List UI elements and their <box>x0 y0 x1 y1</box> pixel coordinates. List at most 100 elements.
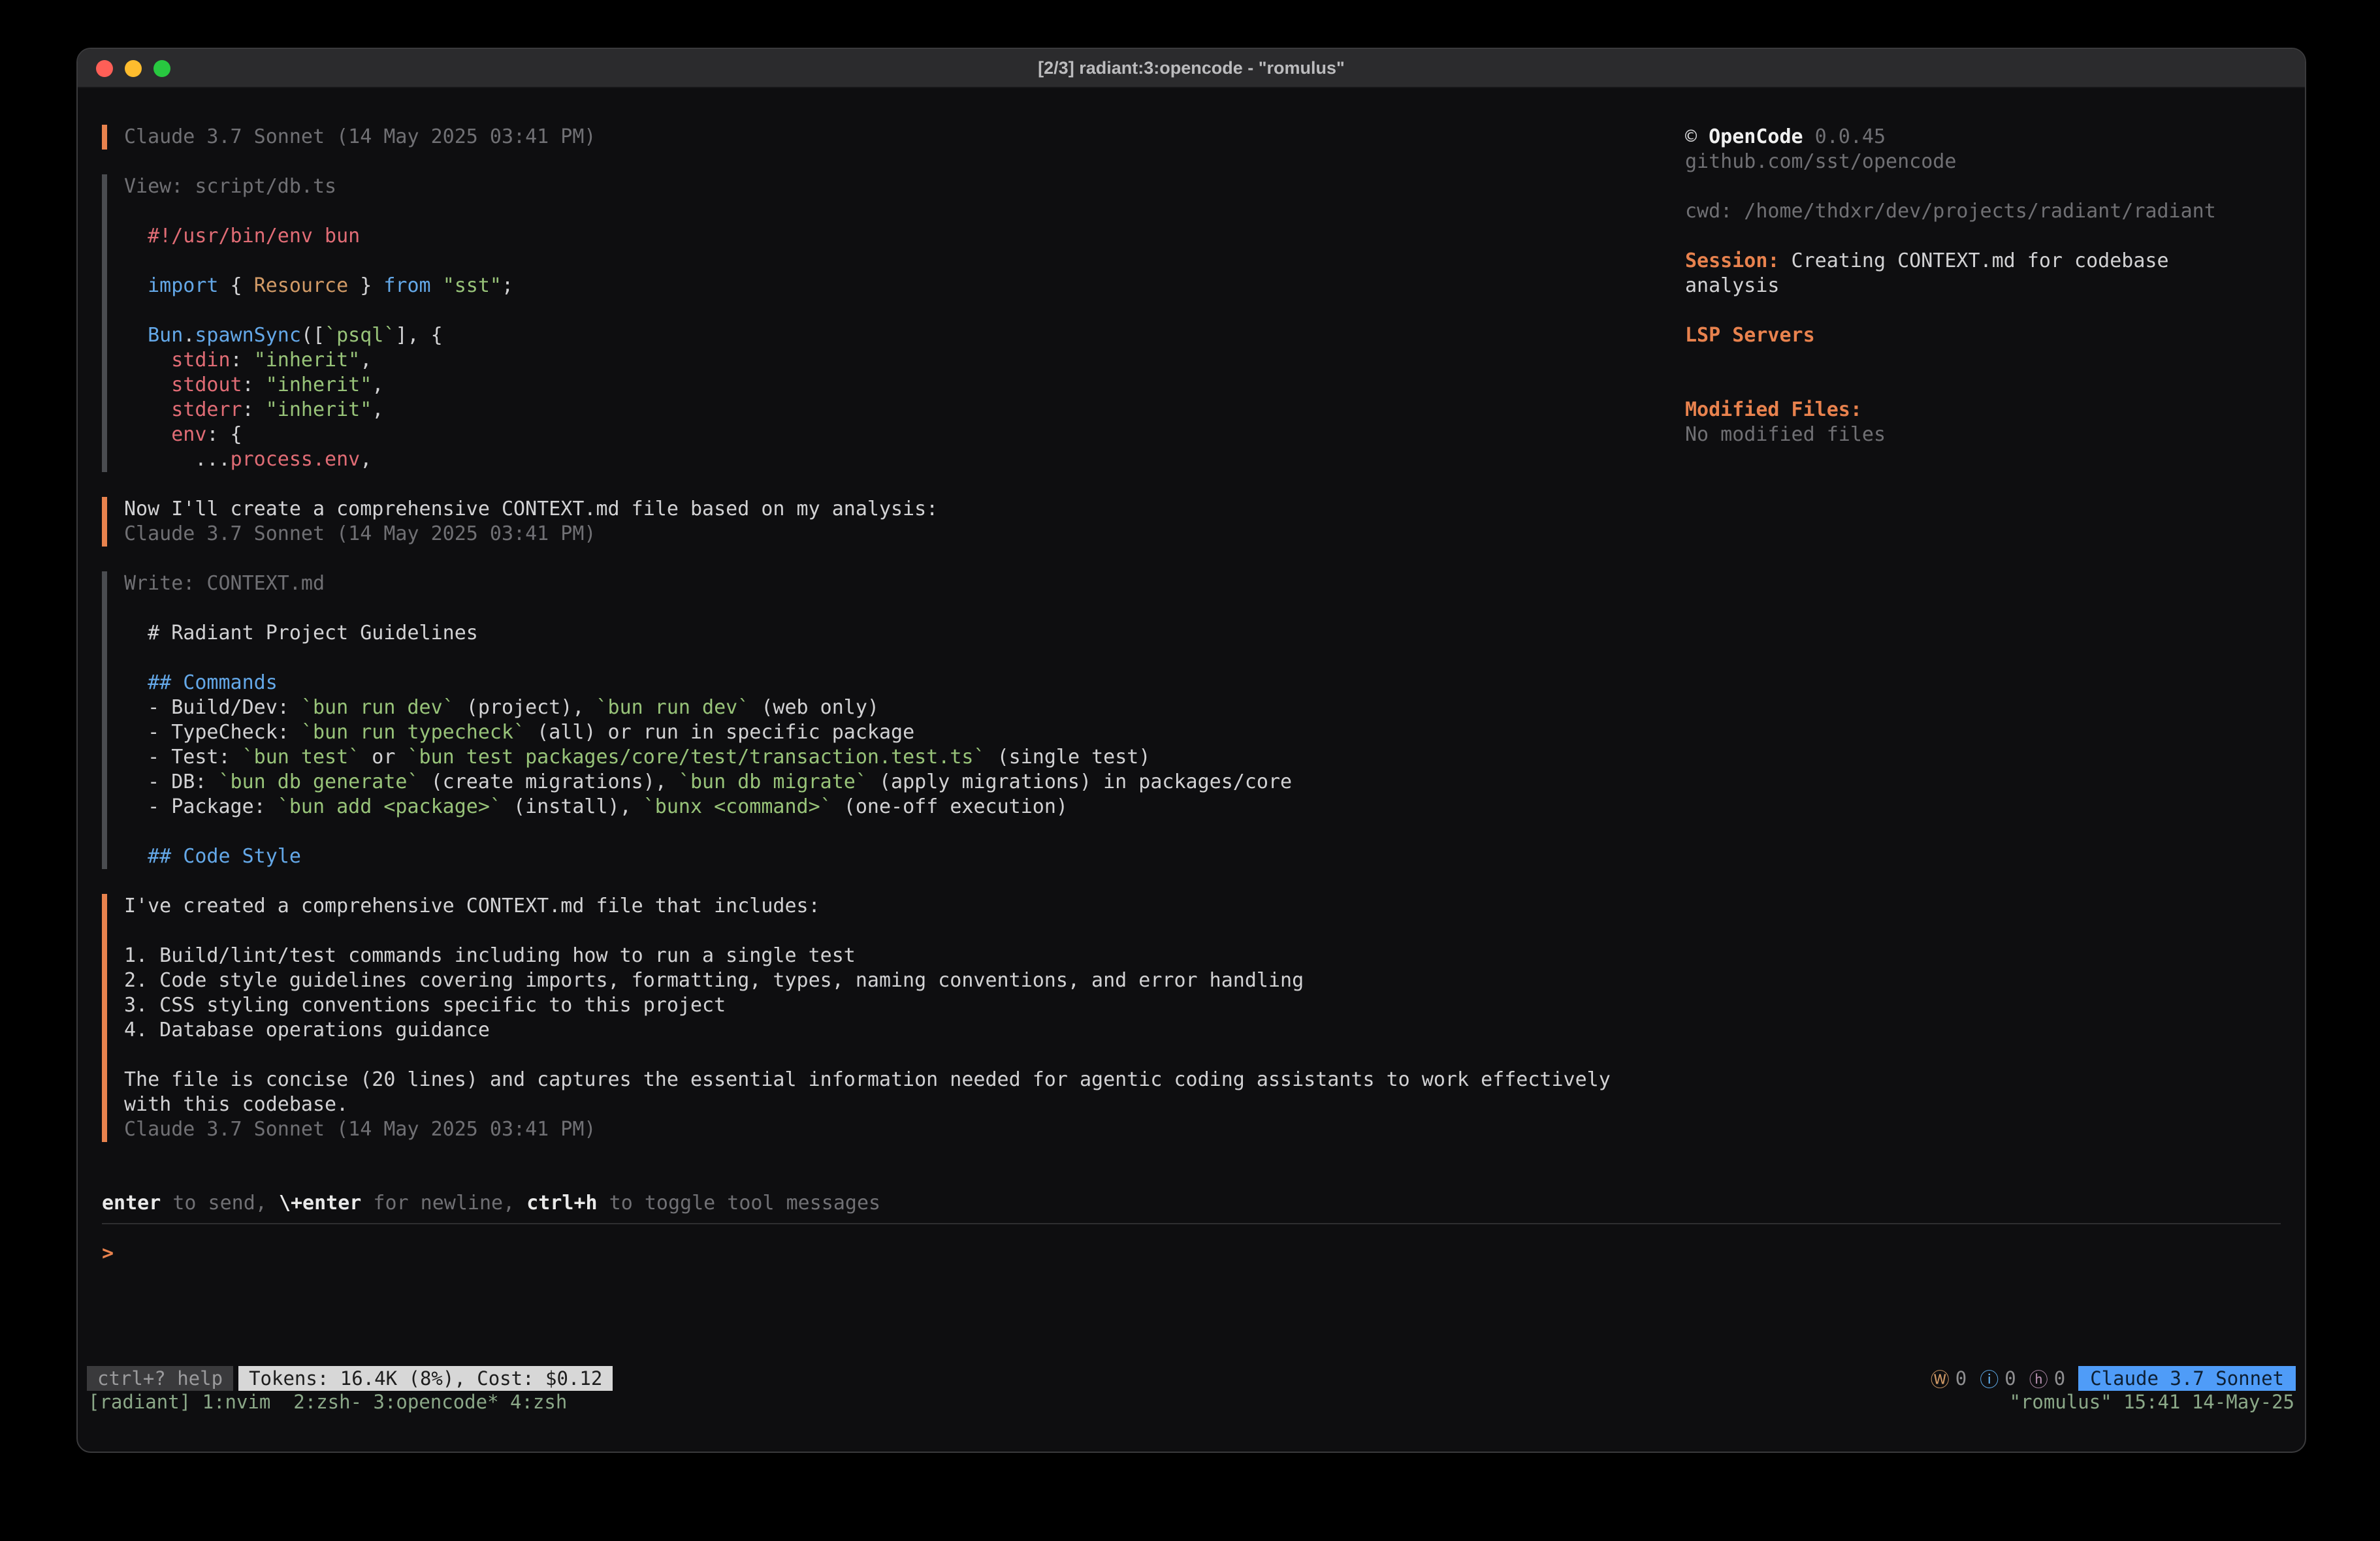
chat-history: Claude 3.7 Sonnet (14 May 2025 03:41 PM)… <box>102 125 1672 1167</box>
text-line: I've created a comprehensive CONTEXT.md … <box>124 894 1672 919</box>
text-segment: or <box>360 746 407 769</box>
text-line <box>124 249 1672 274</box>
warning-count: 0 <box>1955 1367 1967 1390</box>
text-segment: ([ <box>301 324 325 347</box>
text-segment: Session: <box>1685 249 1780 272</box>
text-line <box>1685 373 2283 398</box>
assistant-message-final: I've created a comprehensive CONTEXT.md … <box>102 894 1672 1142</box>
text-segment: cwd: /home/thdxr/dev/projects/radiant/ra… <box>1685 200 2216 223</box>
text-segment: `bun run dev` <box>301 696 455 719</box>
text-segment: : <box>242 398 266 421</box>
text-segment: , <box>360 349 372 372</box>
assistant-message: Now I'll create a comprehensive CONTEXT.… <box>102 497 1672 547</box>
text-segment: View: script/db.ts <box>124 175 336 198</box>
text-segment: ... <box>124 448 231 471</box>
close-button[interactable] <box>96 60 113 77</box>
text-segment: analysis <box>1685 274 1780 297</box>
text-segment: Creating CONTEXT.md for codebase <box>1780 249 2169 272</box>
text-line: stderr: "inherit", <box>124 398 1672 422</box>
text-segment: from <box>383 274 430 297</box>
text-line: Write: CONTEXT.md <box>124 571 1672 596</box>
warning-icon: Ⓦ <box>1931 1365 1950 1392</box>
window-title: [2/3] radiant:3:opencode - "romulus" <box>1038 58 1345 78</box>
text-segment: `bun add <package>` <box>278 795 502 818</box>
input-divider <box>102 1223 2281 1224</box>
text-line: Modified Files: <box>1685 398 2283 422</box>
text-line: 4. Database operations guidance <box>124 1018 1672 1043</box>
text-segment: (single test) <box>986 746 1151 769</box>
text-line: ## Commands <box>124 671 1672 695</box>
text-line <box>124 596 1672 621</box>
text-segment: Claude 3.7 Sonnet (14 May 2025 03:41 PM) <box>124 522 596 545</box>
text-line: 2. Code style guidelines covering import… <box>124 968 1672 993</box>
text-segment: `psql` <box>325 324 395 347</box>
text-line: LSP Servers <box>1685 323 2283 348</box>
text-segment <box>124 274 148 297</box>
text-segment: spawnSync <box>195 324 301 347</box>
diagnostic-hints: ⓗ 0 <box>2029 1365 2065 1392</box>
text-line <box>124 646 1672 671</box>
text-segment: `bunx <command>` <box>643 795 832 818</box>
text-segment: 2. Code style guidelines covering import… <box>124 969 1304 992</box>
text-line: github.com/sst/opencode <box>1685 150 2283 174</box>
text-segment: for newline, <box>361 1192 526 1215</box>
text-segment: Write: CONTEXT.md <box>124 572 325 595</box>
text-line: The file is concise (20 lines) and captu… <box>124 1068 1672 1092</box>
text-line <box>124 199 1672 224</box>
text-line: #!/usr/bin/env bun <box>124 224 1672 249</box>
help-hint-chip: ctrl+? help <box>87 1366 233 1391</box>
diagnostic-info: ⓘ 0 <box>1980 1365 2016 1392</box>
status-right-group: Ⓦ 0 ⓘ 0 ⓗ 0 Claude 3.7 Sonnet <box>1931 1365 2296 1392</box>
text-segment: with this codebase. <box>124 1093 348 1116</box>
text-segment: `bun run typecheck` <box>301 721 525 744</box>
text-segment: "inherit" <box>254 349 361 372</box>
window-titlebar[interactable]: [2/3] radiant:3:opencode - "romulus" <box>78 49 2305 88</box>
text-line: Claude 3.7 Sonnet (14 May 2025 03:41 PM) <box>124 1117 1672 1142</box>
text-line: env: { <box>124 422 1672 447</box>
text-segment: (create migrations), <box>419 770 679 793</box>
keybind-help-line: enter to send, \+enter for newline, ctrl… <box>102 1191 880 1216</box>
text-segment: ], { <box>395 324 442 347</box>
text-segment: "sst" <box>443 274 502 297</box>
text-line: - DB: `bun db generate` (create migratio… <box>124 770 1672 795</box>
text-segment: # Radiant Project Guidelines <box>124 622 478 644</box>
assistant-message-header: Claude 3.7 Sonnet (14 May 2025 03:41 PM) <box>102 125 1672 150</box>
text-line: 3. CSS styling conventions specific to t… <box>124 993 1672 1018</box>
text-segment: OpenCode <box>1709 125 1803 148</box>
message-input[interactable] <box>125 1243 2281 1265</box>
traffic-lights <box>96 60 170 77</box>
text-line: cwd: /home/thdxr/dev/projects/radiant/ra… <box>1685 199 2283 224</box>
text-segment: - Build/Dev: <box>124 696 301 719</box>
text-segment: : { <box>206 423 242 446</box>
text-segment: , <box>372 373 383 396</box>
text-line <box>1685 174 2283 199</box>
text-segment: `bun test` <box>242 746 361 769</box>
minimize-button[interactable] <box>125 60 142 77</box>
text-segment: : <box>242 373 266 396</box>
text-segment: ctrl+h <box>526 1192 597 1215</box>
text-segment: stderr <box>171 398 242 421</box>
zoom-button[interactable] <box>153 60 170 77</box>
text-segment: github.com/sst/opencode <box>1685 150 1956 173</box>
text-segment: env <box>171 423 206 446</box>
text-segment: , <box>372 398 383 421</box>
text-segment: to toggle tool messages <box>598 1192 880 1215</box>
text-segment: 4. Database operations guidance <box>124 1019 490 1041</box>
diagnostic-warnings: Ⓦ 0 <box>1931 1365 1967 1392</box>
tmux-window-list[interactable]: [radiant] 1:nvim 2:zsh- 3:opencode* 4:zs… <box>88 1391 567 1413</box>
text-line: No modified files <box>1685 422 2283 447</box>
text-segment: Claude 3.7 Sonnet (14 May 2025 03:41 PM) <box>124 125 596 148</box>
text-segment: 3. CSS styling conventions specific to t… <box>124 994 726 1017</box>
text-segment: : <box>231 349 254 372</box>
text-segment: } <box>348 274 383 297</box>
text-line: ...process.env, <box>124 447 1672 472</box>
text-segment: - Test: <box>124 746 242 769</box>
text-line: Now I'll create a comprehensive CONTEXT.… <box>124 497 1672 522</box>
text-segment: 0.0.45 <box>1803 125 1886 148</box>
hint-count: 0 <box>2054 1367 2065 1390</box>
text-segment: (apply migrations) in packages/core <box>867 770 1292 793</box>
info-icon: ⓘ <box>1980 1365 1999 1392</box>
info-count: 0 <box>2004 1367 2016 1390</box>
text-line: - TypeCheck: `bun run typecheck` (all) o… <box>124 720 1672 745</box>
text-segment: . <box>183 324 195 347</box>
